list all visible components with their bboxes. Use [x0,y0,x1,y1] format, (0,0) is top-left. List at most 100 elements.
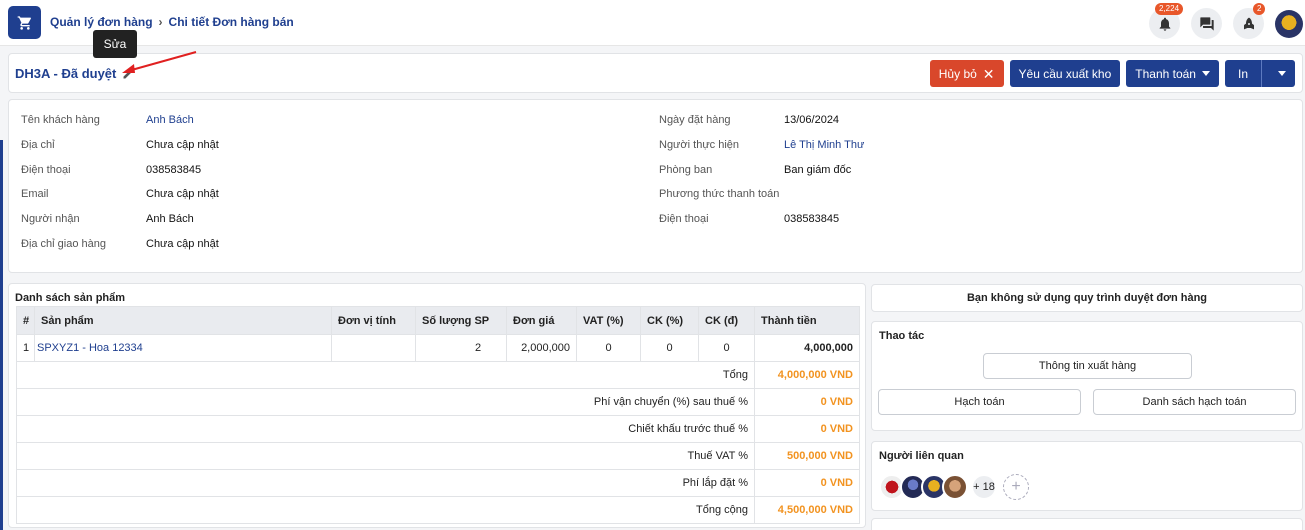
col-header: CK (%) [640,306,699,335]
approval-notice: Bạn không sử dụng quy trình duyệt đơn hà… [871,284,1303,312]
summary-row: Tổng 4,000,000 VND [16,361,860,389]
accounting-list-button[interactable]: Danh sách hạch toán [1093,389,1296,415]
export-info-button[interactable]: Thông tin xuất hàng [983,353,1192,379]
handler-label: Người thực hiện [659,139,740,151]
print-label[interactable]: In [1225,60,1262,87]
rocket-badge: 2 [1253,3,1266,15]
print-dropdown-toggle[interactable] [1268,71,1295,76]
chat-icon [1199,16,1214,31]
summary-row: Phí lắp đặt % 0 VND [16,469,860,497]
summary-row: Tổng cộng 4,500,000 VND [16,496,860,524]
cancel-order-label: Hủy bỏ [938,66,977,81]
next-panel-peek [871,518,1303,530]
summary-value: 0 VND [754,469,860,497]
department-label: Phòng ban [659,164,713,176]
side-accent-strip [0,140,3,530]
quantity-cell: 2 [415,334,507,362]
caret-down-icon [1201,71,1210,76]
address-label: Địa chỉ [21,139,55,151]
product-list-panel: Danh sách sản phẩm # Sản phẩm Đơn vị tín… [8,283,866,528]
summary-row: Phí vận chuyển (%) sau thuế % 0 VND [16,388,860,416]
product-table: # Sản phẩm Đơn vị tính Số lượng SP Đơn g… [16,306,860,524]
summary-row: Thuế VAT % 500,000 VND [16,442,860,470]
order-phone-value: 038583845 [784,213,840,225]
line-total-cell: 4,000,000 [754,334,860,362]
customer-name-link[interactable]: Anh Bách [146,114,194,126]
col-header: Số lượng SP [415,306,507,335]
payment-dropdown-button[interactable]: Thanh toán [1126,60,1219,87]
summary-value: 0 VND [754,415,860,443]
col-header: VAT (%) [576,306,641,335]
vat-cell: 0 [576,334,641,362]
chevron-right-icon: › [158,15,163,29]
summary-label: Phí lắp đặt % [16,469,755,497]
col-header: Thành tiền [754,306,860,335]
unit-cell [331,334,416,362]
payment-label: Thanh toán [1135,66,1196,81]
rocket-icon [1243,17,1254,29]
operations-panel: Thao tác Thông tin xuất hàng Hạch toán D… [871,321,1303,431]
operations-title: Thao tác [879,330,925,342]
phone-label: Điện thoại [21,164,71,176]
shipping-address-value: Chưa cập nhật [146,238,219,250]
col-header: Đơn giá [506,306,577,335]
col-header: Sản phẩm [34,306,332,335]
summary-label: Chiết khấu trước thuế % [16,415,755,443]
order-date-label: Ngày đặt hàng [659,114,731,126]
summary-row: Chiết khấu trước thuế % 0 VND [16,415,860,443]
export-request-label: Yêu cầu xuất kho [1018,66,1112,81]
order-info-panel: Tên khách hàng Anh Bách Địa chỉ Chưa cập… [8,99,1303,273]
breadcrumb-parent[interactable]: Quản lý đơn hàng [50,15,153,29]
row-index: 1 [16,334,35,362]
print-button[interactable]: In [1224,60,1295,87]
department-value: Ban giám đốc [784,164,852,176]
related-avatar[interactable] [942,474,968,500]
summary-label: Thuế VAT % [16,442,755,470]
phone-value: 038583845 [146,164,202,176]
receiver-label: Người nhận [21,213,80,225]
chat-button[interactable] [1191,8,1222,39]
product-name-link[interactable]: SPXYZ1 - Hoa 12334 [34,334,332,362]
more-people-count[interactable]: + 18 [971,474,997,500]
breadcrumb: Quản lý đơn hàng › Chi tiết Đơn hàng bán [50,15,294,29]
handler-link[interactable]: Lê Thị Minh Thư [784,139,864,151]
top-bar: Quản lý đơn hàng › Chi tiết Đơn hàng bán… [0,0,1305,46]
order-title-bar: DH3A - Đã duyệt Hủy bỏ ✕ Yêu cầu xuất kh… [8,53,1303,93]
cancel-order-button[interactable]: Hủy bỏ ✕ [929,60,1004,87]
summary-label: Tổng cộng [16,496,755,524]
notification-button[interactable]: 2,224 [1149,3,1184,39]
add-person-button[interactable]: + [1003,474,1029,500]
rocket-button[interactable]: 2 [1233,3,1266,39]
summary-value: 0 VND [754,388,860,416]
email-label: Email [21,188,49,200]
summary-label: Tổng [16,361,755,389]
bell-icon [1159,17,1170,31]
address-value: Chưa cập nhật [146,139,219,151]
cart-icon[interactable] [8,6,41,39]
col-header: # [16,306,35,335]
customer-name-label: Tên khách hàng [21,114,100,126]
export-request-button[interactable]: Yêu cầu xuất kho [1009,60,1121,87]
payment-method-label: Phương thức thanh toán [659,188,780,200]
annotation-arrow [122,51,197,73]
table-header-row: # Sản phẩm Đơn vị tính Số lượng SP Đơn g… [16,306,860,335]
summary-value: 4,500,000 VND [754,496,860,524]
related-people-title: Người liên quan [879,450,964,462]
user-avatar[interactable] [1275,9,1303,38]
shipping-address-label: Địa chỉ giao hàng [21,238,107,250]
discount-pct-cell: 0 [640,334,699,362]
product-list-title: Danh sách sản phẩm [15,292,126,304]
notification-badge: 2,224 [1155,3,1184,15]
col-header: CK (đ) [698,306,755,335]
price-cell: 2,000,000 [506,334,577,362]
order-title: DH3A - Đã duyệt [15,66,117,81]
order-phone-label: Điện thoại [659,213,709,225]
discount-amount-cell: 0 [698,334,755,362]
caret-down-icon [1277,71,1286,76]
table-row: 1 SPXYZ1 - Hoa 12334 2 2,000,000 0 0 0 4… [16,334,860,362]
summary-value: 500,000 VND [754,442,860,470]
email-value: Chưa cập nhật [146,188,219,200]
col-header: Đơn vị tính [331,306,416,335]
summary-value: 4,000,000 VND [754,361,860,389]
accounting-button[interactable]: Hạch toán [878,389,1081,415]
